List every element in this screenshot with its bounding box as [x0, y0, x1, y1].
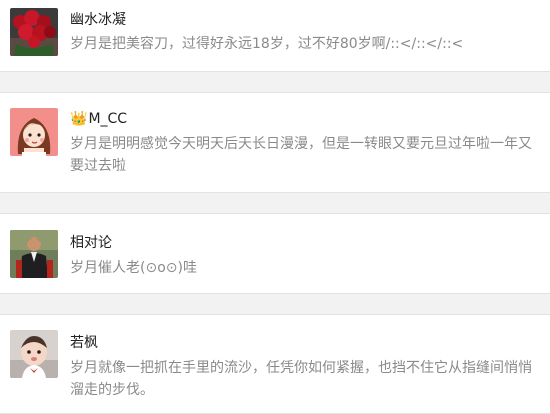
roses-avatar-icon [10, 8, 58, 56]
comment-item: 👑M_CC 岁月是明明感觉今天明天后天长日漫漫，但是一转眼又要元旦过年啦一年又要… [0, 92, 550, 193]
comment-feed: 幽水冰凝 岁月是把美容刀，过得好永远18岁，过不好80岁啊/::</::</::… [0, 0, 550, 414]
crown-icon: 👑 [70, 111, 88, 127]
comment-item: 幽水冰凝 岁月是把美容刀，过得好永远18岁，过不好80岁啊/::</::</::… [0, 0, 550, 72]
username-text: M_CC [88, 111, 128, 127]
avatar[interactable] [10, 230, 58, 278]
comment-text: 岁月是明明感觉今天明天后天长日漫漫，但是一转眼又要元旦过年啦一年又要过去啦 [70, 136, 532, 174]
comment-username[interactable]: 👑M_CC [70, 110, 127, 128]
comment-text: 岁月就像一把抓在手里的流沙，任凭你如何紧握，也挡不住它从指缝间悄悄溜走的步伐。 [70, 360, 532, 398]
comment-text: 岁月催人老(⊙o⊙)哇 [70, 260, 197, 276]
man-avatar-icon [10, 230, 58, 278]
comment-text: 岁月是把美容刀，过得好永远18岁，过不好80岁啊/::</::</::< [70, 36, 464, 52]
comment-username[interactable]: 相对论 [70, 234, 112, 252]
cartoon-girl-avatar-icon [10, 108, 58, 156]
avatar[interactable] [10, 108, 58, 156]
baby-avatar-icon [10, 330, 58, 378]
comment-username[interactable]: 若枫 [70, 334, 98, 352]
comment-item: 若枫 岁月就像一把抓在手里的流沙，任凭你如何紧握，也挡不住它从指缝间悄悄溜走的步… [0, 314, 550, 414]
avatar[interactable] [10, 330, 58, 378]
comment-username[interactable]: 幽水冰凝 [70, 11, 126, 29]
avatar[interactable] [10, 8, 58, 56]
comment-item: 相对论 岁月催人老(⊙o⊙)哇 [0, 213, 550, 294]
